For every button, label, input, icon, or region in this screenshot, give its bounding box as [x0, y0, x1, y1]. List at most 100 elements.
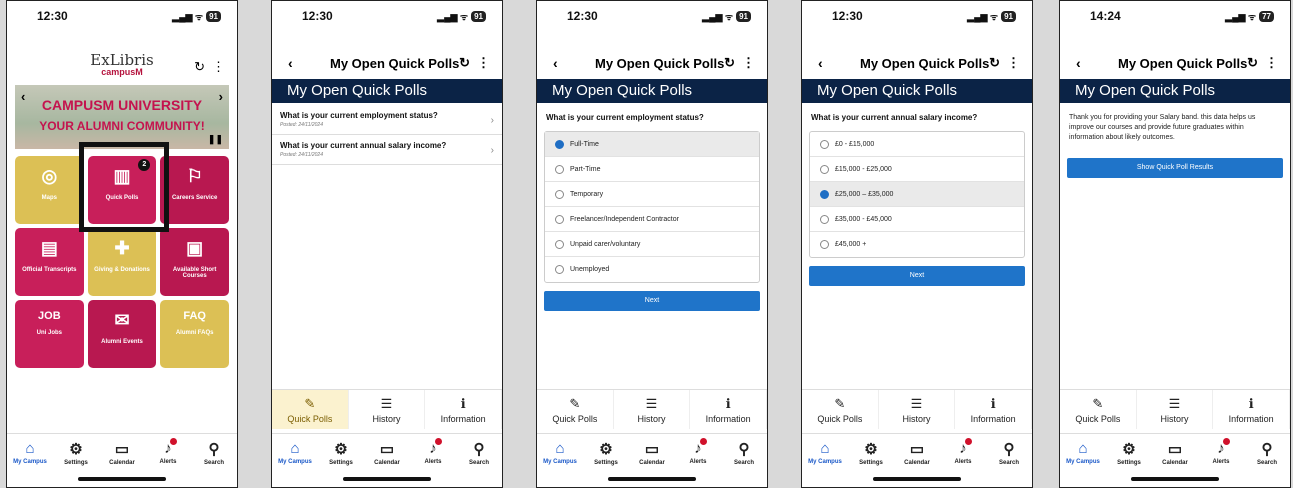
refresh-icon[interactable]: ↻ [989, 55, 1000, 71]
back-icon[interactable]: ‹ [288, 55, 293, 71]
search-icon: ⚲ [208, 441, 220, 458]
tab-information[interactable]: ℹ Information [690, 390, 767, 429]
next-button[interactable]: Next [544, 291, 760, 311]
carousel-prev-icon[interactable]: ‹ [21, 89, 25, 104]
refresh-icon[interactable]: ↻ [1247, 55, 1258, 71]
nav-my-campus[interactable]: ⌂ My Campus [802, 434, 848, 487]
poll-option[interactable]: Temporary [545, 182, 759, 207]
list-icon: ☰ [910, 396, 923, 411]
tile-alumni-faqs[interactable]: FAQ Alumni FAQs [160, 300, 229, 368]
poll-tab-bar: ✎ Quick Polls ☰ History ℹ Information [1060, 389, 1290, 429]
poll-option[interactable]: Unemployed [545, 257, 759, 282]
nav-my-campus[interactable]: ⌂ My Campus [537, 434, 583, 487]
calendar-icon: ▭ [1167, 441, 1183, 458]
alert-dot [700, 438, 707, 445]
nav-search[interactable]: ⚲ Search [986, 434, 1032, 487]
refresh-icon[interactable]: ↻ [194, 59, 205, 75]
gear-icon: ⚙ [864, 441, 878, 458]
show-results-button[interactable]: Show Quick Poll Results [1067, 158, 1283, 178]
hero-subtitle: YOUR ALUMNI COMMUNITY! [39, 119, 205, 133]
back-icon[interactable]: ‹ [1076, 55, 1081, 71]
faq-icon: FAQ [183, 310, 206, 322]
nav-label: My Campus [1066, 459, 1100, 465]
tile-official-transcripts[interactable]: ▤ Official Transcripts [15, 228, 84, 296]
gear-icon: ⚙ [69, 441, 83, 458]
pause-icon[interactable]: ❚❚ [208, 134, 223, 145]
poll-option[interactable]: Unpaid carer/voluntary [545, 232, 759, 257]
status-icons: ▂▄▆ ᯤ 77 [1225, 10, 1274, 23]
tile-alumni-events[interactable]: ✉ Alumni Events [87, 300, 157, 368]
more-options-icon[interactable]: ⋮ [1265, 55, 1278, 71]
tab-information[interactable]: ℹ Information [955, 390, 1032, 429]
poll-option[interactable]: Freelancer/Independent Contractor [545, 207, 759, 232]
alert-dot [965, 438, 972, 445]
tab-history[interactable]: ☰ History [1137, 390, 1214, 429]
nav-label: Search [203, 460, 224, 466]
highlight-box [79, 142, 169, 232]
poll-option[interactable]: £45,000 + [810, 232, 1024, 257]
nav-my-campus[interactable]: ⌂ My Campus [1060, 434, 1106, 487]
board-icon: ▣ [186, 238, 204, 258]
back-icon[interactable]: ‹ [818, 55, 823, 71]
tab-label: History [902, 414, 931, 424]
nav-search[interactable]: ⚲ Search [191, 434, 237, 487]
tab-information[interactable]: ℹ Information [425, 390, 502, 429]
tab-quick-polls[interactable]: ✎ Quick Polls [802, 390, 879, 429]
tab-history[interactable]: ☰ History [879, 390, 956, 429]
more-options-icon[interactable]: ⋮ [212, 59, 225, 75]
tab-label: History [372, 414, 401, 424]
nav-search[interactable]: ⚲ Search [456, 434, 502, 487]
job-icon: JOB [38, 310, 61, 322]
nav-label: My Campus [808, 459, 842, 465]
carousel-next-icon[interactable]: › [219, 89, 223, 104]
info-icon: ℹ [1248, 396, 1254, 411]
poll-option[interactable]: Part-Time [545, 157, 759, 182]
poll-option[interactable]: £25,000 – £35,000 [810, 182, 1024, 207]
refresh-icon[interactable]: ↻ [724, 55, 735, 71]
poll-option[interactable]: £0 - £15,000 [810, 132, 1024, 157]
alert-dot [1223, 438, 1230, 445]
calendar-icon: ▭ [114, 441, 130, 458]
tile-short-courses[interactable]: ▣ Available Short Courses [160, 228, 229, 296]
status-icons: ▂▄▆ ᯤ 91 [702, 10, 751, 23]
tile-uni-jobs[interactable]: JOB Uni Jobs [15, 300, 84, 368]
more-options-icon[interactable]: ⋮ [1007, 55, 1020, 71]
poll-option[interactable]: £35,000 - £45,000 [810, 207, 1024, 232]
nav-my-campus[interactable]: ⌂ My Campus [7, 434, 53, 487]
tab-quick-polls[interactable]: ✎ Quick Polls [537, 390, 614, 429]
tab-quick-polls[interactable]: ✎ Quick Polls [1060, 390, 1137, 429]
refresh-icon[interactable]: ↻ [459, 55, 470, 71]
poll-option[interactable]: £15,000 - £25,000 [810, 157, 1024, 182]
poll-option[interactable]: Full-Time [545, 132, 759, 157]
tile-maps[interactable]: ◎ Maps [15, 156, 84, 224]
calendar-icon: ▭ [379, 441, 395, 458]
nav-search[interactable]: ⚲ Search [1244, 434, 1290, 487]
poll-list-item[interactable]: What is your current annual salary incom… [272, 137, 502, 165]
hero-title: CAMPUSM UNIVERSITY [41, 97, 203, 113]
tab-information[interactable]: ℹ Information [1213, 390, 1290, 429]
tile-careers-service[interactable]: ⚐ Careers Service [160, 156, 229, 224]
location-pin-icon: ◎ [41, 166, 58, 186]
battery-icon: 91 [206, 10, 221, 22]
tab-history[interactable]: ☰ History [349, 390, 426, 429]
poll-options: £0 - £15,000 £15,000 - £25,000 £25,000 –… [809, 131, 1025, 258]
tab-quick-polls[interactable]: ✎ Quick Polls [272, 390, 349, 429]
tickets-icon: ✉ [114, 310, 130, 330]
nav-search[interactable]: ⚲ Search [721, 434, 767, 487]
option-label: Full-Time [570, 140, 599, 148]
tile-label: Careers Service [171, 195, 218, 201]
tile-giving-donations[interactable]: ✚ Giving & Donations [87, 228, 157, 296]
status-icons: ▂▄▆ ᯤ 91 [172, 10, 221, 23]
more-options-icon[interactable]: ⋮ [742, 55, 755, 71]
poll-date: Posted: 24/11/2024 [280, 122, 323, 128]
nav-my-campus[interactable]: ⌂ My Campus [272, 434, 318, 487]
more-options-icon[interactable]: ⋮ [477, 55, 490, 71]
home-icon: ⌂ [1078, 440, 1088, 457]
poll-list-item[interactable]: What is your current employment status? … [272, 107, 502, 135]
back-icon[interactable]: ‹ [553, 55, 558, 71]
hero-banner[interactable]: ‹ › CAMPUSM UNIVERSITY YOUR ALUMNI COMMU… [15, 85, 229, 149]
poll-date: Posted: 24/11/2024 [280, 152, 323, 158]
bell-icon: ♪ [429, 440, 437, 457]
tab-history[interactable]: ☰ History [614, 390, 691, 429]
next-button[interactable]: Next [809, 266, 1025, 286]
